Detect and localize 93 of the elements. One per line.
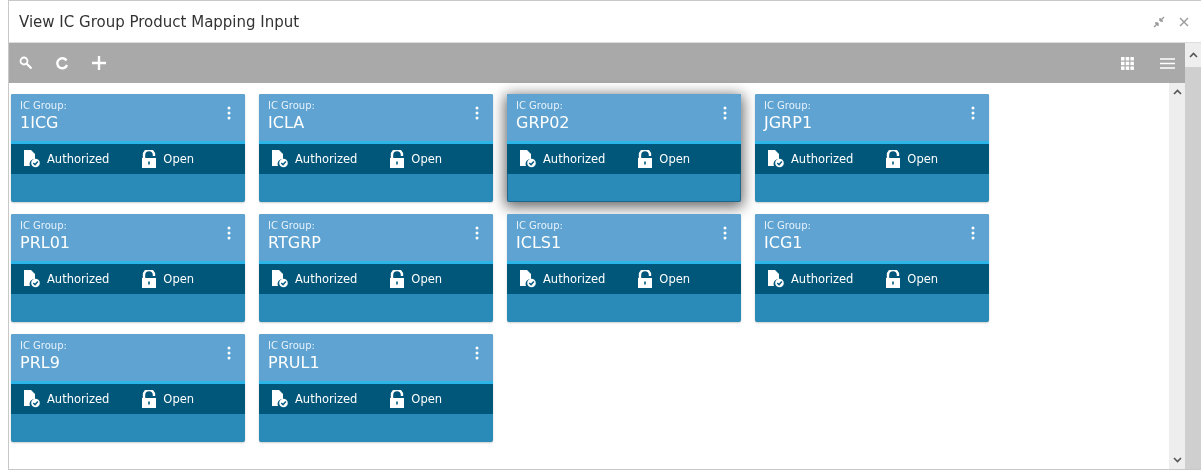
- scroll-up-icon[interactable]: [1188, 52, 1198, 58]
- status-text: Authorized: [47, 392, 110, 406]
- more-icon[interactable]: [971, 226, 975, 240]
- field-label: IC Group:: [20, 220, 68, 231]
- unlock-icon: [141, 390, 158, 408]
- group-code: ICG1: [764, 233, 804, 252]
- grid-view-icon[interactable]: [1121, 56, 1134, 70]
- lock-state-text: Open: [907, 272, 939, 286]
- scrollbar[interactable]: [1185, 43, 1201, 469]
- more-icon[interactable]: [723, 226, 727, 240]
- group-code: ICLA: [268, 113, 306, 132]
- group-card[interactable]: IC Group: PRL9 Authorized Open: [11, 334, 245, 442]
- minimize-icon[interactable]: [1153, 15, 1165, 28]
- scroll-down-icon[interactable]: [1172, 457, 1182, 463]
- document-check-icon: [271, 390, 289, 408]
- document-check-icon: [271, 270, 289, 288]
- lock-state-text: Open: [411, 152, 443, 166]
- document-check-icon: [519, 270, 537, 288]
- more-icon[interactable]: [475, 226, 479, 240]
- unlock-icon: [637, 270, 654, 288]
- group-code: GRP02: [516, 113, 571, 132]
- unlock-icon: [389, 150, 406, 168]
- group-code: PRL01: [20, 233, 72, 252]
- group-card[interactable]: IC Group: ICLA Authorized Open: [259, 94, 493, 202]
- more-icon[interactable]: [227, 346, 231, 360]
- lock-state-text: Open: [163, 152, 195, 166]
- unlock-icon: [637, 150, 654, 168]
- group-card[interactable]: IC Group: ICLS1 Authorized Open: [507, 214, 741, 322]
- more-icon[interactable]: [227, 106, 231, 120]
- lock-state-text: Open: [411, 272, 443, 286]
- unlock-icon: [389, 270, 406, 288]
- field-label: IC Group:: [764, 220, 812, 231]
- document-check-icon: [23, 390, 41, 408]
- group-card[interactable]: IC Group: PRUL1 Authorized Open: [259, 334, 493, 442]
- status-text: Authorized: [543, 272, 606, 286]
- lock-state-text: Open: [411, 392, 443, 406]
- unlock-icon: [885, 270, 902, 288]
- status-text: Authorized: [295, 272, 358, 286]
- field-label: IC Group:: [764, 100, 812, 111]
- unlock-icon: [141, 270, 158, 288]
- group-code: 1ICG: [20, 113, 60, 132]
- more-icon[interactable]: [227, 226, 231, 240]
- field-label: IC Group:: [268, 220, 316, 231]
- status-text: Authorized: [47, 152, 110, 166]
- status-text: Authorized: [295, 152, 358, 166]
- unlock-icon: [141, 150, 158, 168]
- document-check-icon: [767, 150, 785, 168]
- field-label: IC Group:: [268, 340, 316, 351]
- field-label: IC Group:: [20, 340, 68, 351]
- status-text: Authorized: [791, 272, 854, 286]
- more-icon[interactable]: [475, 106, 479, 120]
- unlock-icon: [885, 150, 902, 168]
- group-card[interactable]: IC Group: ICG1 Authorized Open: [755, 214, 989, 322]
- group-card[interactable]: IC Group: RTGRP Authorized Open: [259, 214, 493, 322]
- group-code: JGRP1: [764, 113, 814, 132]
- status-text: Authorized: [543, 152, 606, 166]
- field-label: IC Group:: [516, 100, 564, 111]
- status-text: Authorized: [295, 392, 358, 406]
- window-title: View IC Group Product Mapping Input: [19, 12, 301, 31]
- add-icon[interactable]: [91, 55, 107, 71]
- group-code: PRL9: [20, 353, 61, 372]
- field-label: IC Group:: [268, 100, 316, 111]
- document-check-icon: [271, 150, 289, 168]
- group-card[interactable]: IC Group: GRP02 Authorized Open: [507, 94, 741, 202]
- more-icon[interactable]: [723, 106, 727, 120]
- group-code: RTGRP: [268, 233, 322, 252]
- unlock-icon: [389, 390, 406, 408]
- more-icon[interactable]: [971, 106, 975, 120]
- scroll-up-icon[interactable]: [1172, 89, 1182, 95]
- status-text: Authorized: [47, 272, 110, 286]
- more-icon[interactable]: [475, 346, 479, 360]
- list-view-icon[interactable]: [1160, 57, 1175, 69]
- lock-state-text: Open: [163, 272, 195, 286]
- search-icon[interactable]: [19, 56, 33, 70]
- group-card[interactable]: IC Group: 1ICG Authorized Open: [11, 94, 245, 202]
- group-code: ICLS1: [516, 233, 563, 252]
- document-check-icon: [23, 150, 41, 168]
- lock-state-text: Open: [163, 392, 195, 406]
- lock-state-text: Open: [659, 152, 691, 166]
- field-label: IC Group:: [516, 220, 564, 231]
- document-check-icon: [519, 150, 537, 168]
- group-card[interactable]: IC Group: PRL01 Authorized Open: [11, 214, 245, 322]
- field-label: IC Group:: [20, 100, 68, 111]
- lock-state-text: Open: [659, 272, 691, 286]
- close-icon[interactable]: [1179, 16, 1189, 27]
- document-check-icon: [23, 270, 41, 288]
- refresh-icon[interactable]: [55, 56, 69, 70]
- group-card[interactable]: IC Group: JGRP1 Authorized Open: [755, 94, 989, 202]
- group-code: PRUL1: [268, 353, 321, 372]
- scrollbar[interactable]: [1169, 83, 1185, 469]
- lock-state-text: Open: [907, 152, 939, 166]
- document-check-icon: [767, 270, 785, 288]
- status-text: Authorized: [791, 152, 854, 166]
